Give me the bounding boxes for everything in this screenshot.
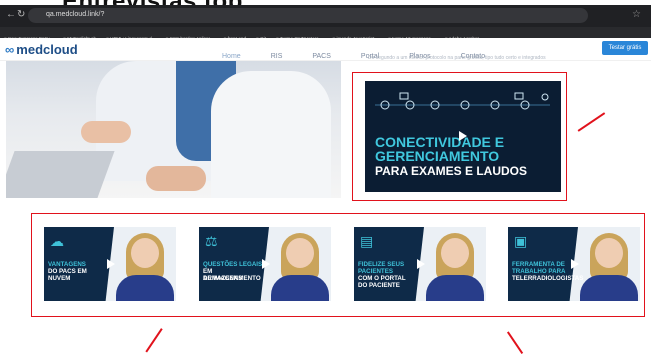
thumbnail-subtitle: TELERRADIOLOGISTAS: [512, 275, 584, 282]
logo-cloud-icon: ∞: [5, 42, 15, 57]
thumbnail-title: PACIENTES: [358, 268, 393, 275]
presenter-image: [271, 233, 329, 301]
banner-line-3: PARA EXAMES E LAUDOS: [375, 164, 528, 178]
banner-line-2: GERENCIAMENTO: [375, 148, 500, 164]
thumbnail-subtitle: NUVEM: [48, 275, 71, 282]
monitor-icon: ▣: [514, 233, 528, 249]
banner-line-1: CONECTIVIDADE E: [375, 134, 505, 150]
presenter-face: [595, 238, 623, 268]
bookmark-star-icon[interactable]: ☆: [632, 9, 641, 20]
medcloud-logo[interactable]: ∞ medcloud: [5, 42, 78, 57]
annotation-arrow-main: [577, 112, 605, 132]
presenter-image: [116, 233, 174, 301]
cloud-icon: ☁: [50, 233, 64, 249]
back-arrow-icon[interactable]: ←: [6, 9, 16, 20]
presenter-face: [441, 238, 469, 268]
presenter-shirt: [580, 275, 638, 301]
presenter-face: [131, 238, 159, 268]
presenter-shirt: [116, 275, 174, 301]
intro-text: Do segundo a um melhor protocolo na part…: [368, 55, 546, 61]
thumbnail-subtitle: DE IMAGENS: [203, 275, 243, 282]
thumbnail-subtitle: DO PACIENTE: [358, 282, 400, 289]
thumbnail-title: TRABALHO PARA: [512, 268, 566, 275]
play-icon[interactable]: [417, 259, 425, 269]
play-icon[interactable]: [571, 259, 579, 269]
play-icon[interactable]: [459, 131, 467, 141]
thumbnail-title: FERRAMENTA DE: [512, 261, 565, 268]
bookmarks-bar: New Expresso Entry...MyEnglishLabHTML: L…: [0, 27, 651, 38]
browser-toolbar: ← ↻ ⊙ qa.medcloud.link/? ☆: [0, 5, 651, 27]
presenter-shirt: [271, 275, 329, 301]
hero-doctor-coat-right: [211, 71, 331, 198]
logo-text: medcloud: [16, 42, 78, 57]
annotation-arrow-right: [507, 331, 524, 354]
network-diagram: [375, 92, 550, 110]
video-thumbnail[interactable]: ☁ VANTAGENS DO PACS EM NUVEM: [44, 227, 176, 301]
annotation-arrow-left: [145, 328, 163, 353]
presenter-image: [580, 233, 638, 301]
gavel-icon: ⚖: [205, 233, 218, 249]
video-thumbnail[interactable]: ▣ FERRAMENTA DE TRABALHO PARA TELERRADIOLOG…: [508, 227, 640, 301]
hero-hand-left: [81, 121, 131, 143]
nav-link-pacs[interactable]: PACS: [312, 53, 331, 60]
address-bar[interactable]: qa.medcloud.link/?: [28, 8, 588, 23]
presenter-image: [426, 233, 484, 301]
hero-hand-right: [146, 166, 206, 191]
main-video-banner[interactable]: CONECTIVIDADE E GERENCIAMENTO PARA EXAME…: [365, 81, 561, 192]
hero-laptop: [6, 151, 115, 198]
play-icon[interactable]: [107, 259, 115, 269]
nav-link-home[interactable]: Home: [222, 53, 241, 60]
thumbnail-title: QUESTÕES LEGAIS: [203, 261, 263, 268]
presenter-shirt: [426, 275, 484, 301]
thumbnail-subtitle: COM O PORTAL: [358, 275, 406, 282]
video-thumbnail[interactable]: ▤ FIDELIZE SEUS PACIENTES COM O PORTAL DO PA…: [354, 227, 486, 301]
thumbnail-title: FIDELIZE SEUS: [358, 261, 405, 268]
play-icon[interactable]: [262, 259, 270, 269]
thumbnail-subtitle: DO PACS EM: [48, 268, 87, 275]
thumbnail-title: VANTAGENS: [48, 261, 86, 268]
presenter-face: [286, 238, 314, 268]
video-thumbnail[interactable]: ⚖ QUESTÕES LEGAIS EM ARMAZENAMENTO DE IMAGE…: [199, 227, 331, 301]
hero-doctors-photo: [6, 61, 341, 198]
free-trial-button[interactable]: Testar grátis: [602, 41, 648, 55]
document-icon: ▤: [360, 233, 374, 249]
reload-icon[interactable]: ↻: [17, 9, 25, 20]
nav-link-ris[interactable]: RIS: [271, 53, 283, 60]
